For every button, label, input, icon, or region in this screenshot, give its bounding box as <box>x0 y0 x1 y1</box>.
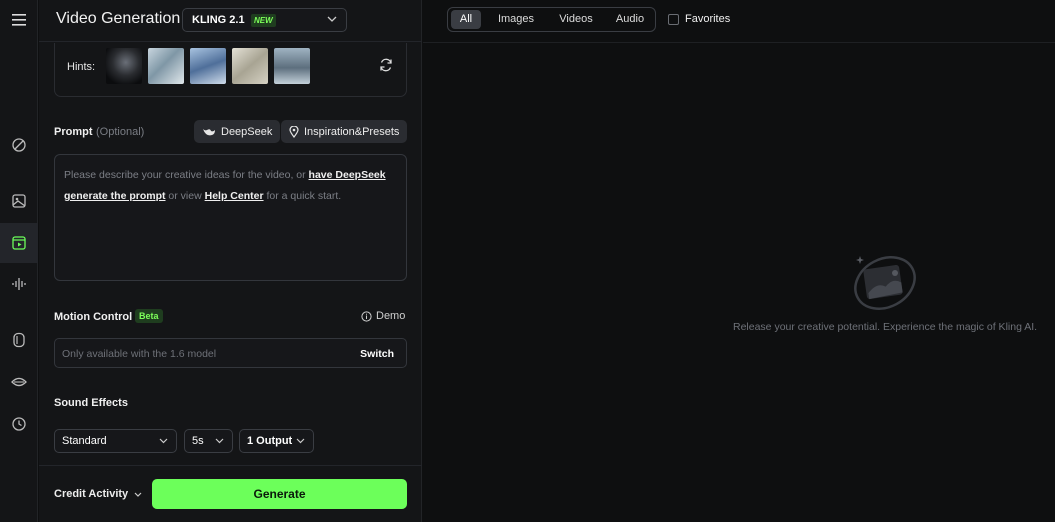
motion-control-field: Only available with the 1.6 model Switch <box>54 338 407 368</box>
switch-button[interactable]: Switch <box>360 348 394 360</box>
model-select[interactable]: KLING 2.1 NEW <box>182 8 347 32</box>
generate-button[interactable]: Generate <box>152 479 407 509</box>
inspiration-presets-button[interactable]: Inspiration&Presets <box>281 120 408 143</box>
duration-select[interactable]: 5s <box>184 429 233 453</box>
empty-state-message: Release your creative potential. Experie… <box>733 321 1038 333</box>
panel-footer: Credit Activity Generate <box>39 465 422 522</box>
deepseek-icon <box>203 128 215 135</box>
mode-value: Standard <box>62 435 107 447</box>
empty-gallery-icon <box>854 256 916 310</box>
eagle-thumb[interactable] <box>106 48 142 84</box>
favorites-label: Favorites <box>685 13 731 25</box>
prompt-optional: (Optional) <box>96 126 145 138</box>
motion-control-label: Motion Control <box>54 311 133 323</box>
tab-all[interactable]: All <box>451 10 481 29</box>
new-badge: NEW <box>251 14 276 27</box>
hints-card: Hints: <box>54 43 407 97</box>
results-area: All Images Videos Audio Favorites Releas… <box>423 0 1055 522</box>
dragon-thumb[interactable] <box>190 48 226 84</box>
history-icon[interactable] <box>0 404 38 444</box>
location-pin-icon <box>289 125 299 138</box>
credit-activity-label: Credit Activity <box>54 488 129 500</box>
credit-activity-menu[interactable]: Credit Activity <box>54 488 142 500</box>
info-icon <box>361 310 372 322</box>
generation-panel: Video Generation KLING 2.1 NEW Hints: Pr… <box>39 0 422 522</box>
hints-label: Hints: <box>67 61 96 73</box>
lip-sync-icon[interactable] <box>0 362 38 402</box>
refresh-icon[interactable] <box>379 58 393 72</box>
results-toolbar: All Images Videos Audio Favorites <box>423 0 1055 43</box>
audio-icon[interactable] <box>0 264 38 304</box>
prompt-label: Prompt <box>54 126 93 138</box>
deepseek-label: DeepSeek <box>221 125 273 138</box>
favorites-toggle[interactable]: Favorites <box>668 13 730 25</box>
prompt-placeholder-1: Please describe your creative ideas for … <box>64 169 309 181</box>
image-icon[interactable] <box>0 181 38 221</box>
demo-link[interactable]: Demo <box>361 310 405 322</box>
statue-thumb[interactable] <box>232 48 268 84</box>
favorites-checkbox[interactable] <box>668 13 679 25</box>
explore-icon[interactable] <box>0 125 38 165</box>
deepseek-button[interactable]: DeepSeek <box>194 120 281 143</box>
filter-tabs: All Images Videos Audio <box>447 7 656 32</box>
output-count-select[interactable]: 1 Output <box>239 429 314 453</box>
inspiration-presets-label: Inspiration&Presets <box>304 125 400 138</box>
prompt-placeholder-2: or view <box>165 190 205 202</box>
avatar-icon[interactable] <box>0 320 38 360</box>
warrior-thumb[interactable] <box>148 48 184 84</box>
sound-effects-label: Sound Effects <box>54 397 128 409</box>
prompt-textarea[interactable]: Please describe your creative ideas for … <box>54 154 407 281</box>
tab-audio[interactable]: Audio <box>607 10 653 29</box>
waterfall-thumb[interactable] <box>274 48 310 84</box>
chevron-down-icon <box>327 16 337 22</box>
model-name: KLING 2.1 <box>192 14 245 26</box>
left-rail <box>0 0 38 522</box>
chevron-down-icon <box>134 492 142 497</box>
tab-videos[interactable]: Videos <box>549 10 603 29</box>
prompt-placeholder-3: for a quick start. <box>263 190 342 202</box>
chevron-down-icon <box>159 438 168 444</box>
menu-icon[interactable] <box>0 0 38 40</box>
chevron-down-icon <box>215 438 224 444</box>
page-title: Video Generation <box>56 10 181 27</box>
mode-select[interactable]: Standard <box>54 429 177 453</box>
help-center-link[interactable]: Help Center <box>205 190 264 202</box>
motion-placeholder: Only available with the 1.6 model <box>62 348 217 360</box>
video-icon[interactable] <box>0 223 38 263</box>
beta-badge: Beta <box>135 309 163 323</box>
panel-header: Video Generation KLING 2.1 NEW <box>39 0 422 42</box>
duration-value: 5s <box>192 435 204 447</box>
demo-label: Demo <box>376 310 406 322</box>
chevron-down-icon <box>296 438 305 444</box>
tab-images[interactable]: Images <box>488 10 544 29</box>
output-count-value: 1 Output <box>247 435 293 447</box>
